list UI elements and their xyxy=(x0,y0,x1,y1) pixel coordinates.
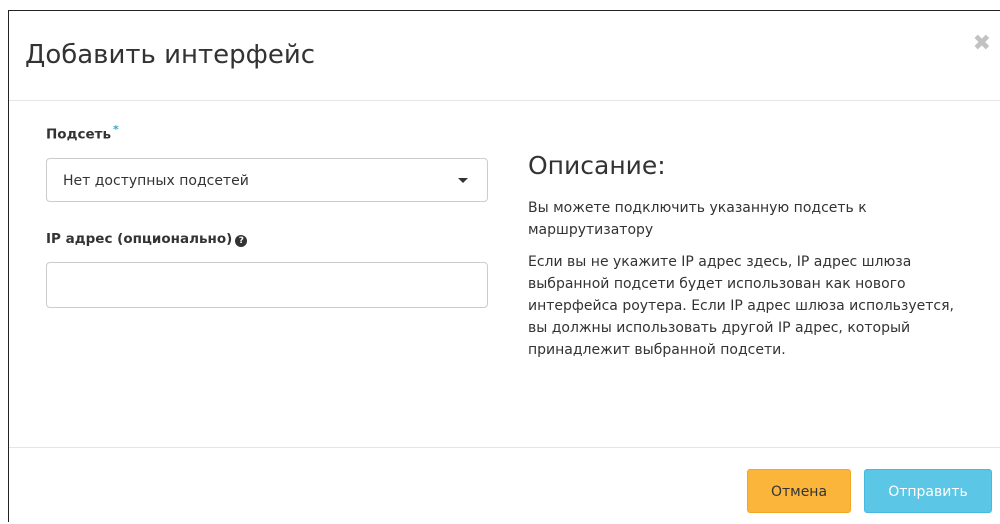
ip-address-group: IP адрес (опционально)? xyxy=(46,230,488,308)
submit-button[interactable]: Отправить xyxy=(864,469,992,513)
description-paragraph-1: Вы можете подключить указанную подсеть к… xyxy=(528,200,867,238)
dialog-title: Добавить интерфейс xyxy=(25,40,316,70)
ip-address-label: IP адрес (опционально)? xyxy=(46,230,488,248)
caret-down-icon xyxy=(458,177,468,183)
subnet-label-text: Подсеть xyxy=(46,126,111,143)
ip-address-input[interactable] xyxy=(46,261,488,308)
description-title: Описание: xyxy=(528,151,666,180)
required-star-icon: * xyxy=(113,123,119,136)
form-column: Подсеть * Нет доступных подсетей IP адрес… xyxy=(46,121,488,308)
dialog-footer: Отмена Отправить xyxy=(9,447,1000,524)
dialog-header: Добавить интерфейс ✖ xyxy=(9,11,1000,101)
subnet-select[interactable]: Нет доступных подсетей xyxy=(46,157,488,202)
close-icon[interactable]: ✖ xyxy=(973,33,991,55)
subnet-label: Подсеть * xyxy=(46,121,488,144)
question-circle-icon[interactable]: ? xyxy=(235,234,248,247)
description-column: Описание: Вы можете подключить указанную… xyxy=(528,149,968,361)
subnet-select-value: Нет доступных подсетей xyxy=(63,172,249,189)
add-interface-dialog: Добавить интерфейс ✖ Подсеть * Нет доступ… xyxy=(8,10,1000,522)
cancel-button[interactable]: Отмена xyxy=(747,469,851,513)
description-paragraph-2: Если вы не укажите IP адрес здесь, IP ад… xyxy=(528,254,954,358)
ip-address-label-text: IP адрес (опционально) xyxy=(46,230,233,247)
